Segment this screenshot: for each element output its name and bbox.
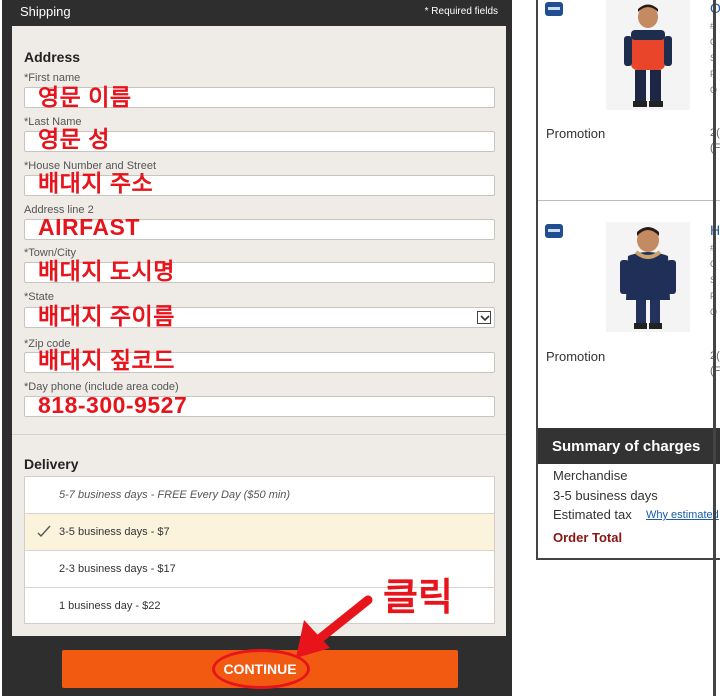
delivery-option-label: 3-5 business days - $7 (59, 526, 170, 538)
first-name-label: *First name (24, 72, 81, 84)
cart-panel: O #CSPQ Promotion 2((F H #CSPQ Promotion… (536, 0, 720, 560)
click-annotation-text: 클릭 (383, 577, 453, 619)
delivery-option[interactable]: 5-7 business days - FREE Every Day ($50 … (25, 477, 494, 514)
shipping-method-label: 3-5 business days (553, 488, 658, 503)
state-value: 배대지 주이름 (38, 303, 175, 329)
why-estimated-link[interactable]: Why estimated (646, 509, 719, 521)
summary-title: Summary of charges (552, 438, 701, 455)
delivery-option-label: 5-7 business days - FREE Every Day ($50 … (59, 489, 291, 501)
promotion-label: Promotion (546, 349, 606, 364)
required-fields-note: * Required fields (424, 6, 498, 17)
phone-value: 818-300-9527 (38, 392, 188, 418)
estimated-tax-label: Estimated tax (553, 507, 632, 522)
brand-logo-icon (545, 2, 563, 16)
shipping-form: Address *First name 영문 이름 *Last Name 영문 … (12, 26, 506, 636)
merchandise-label: Merchandise (553, 468, 628, 483)
chevron-down-icon[interactable] (477, 311, 491, 324)
promotion-label: Promotion (546, 126, 606, 141)
brand-logo-icon (545, 224, 563, 238)
first-name-value: 영문 이름 (38, 84, 132, 110)
product-image-jacket[interactable] (606, 222, 690, 332)
annotation-circle (212, 649, 310, 689)
product-image-vest[interactable] (606, 0, 690, 110)
delivery-option-label: 2-3 business days - $17 (59, 563, 176, 575)
check-icon (36, 523, 52, 544)
window-edge (713, 0, 716, 696)
delivery-option-label: 1 business day - $22 (59, 600, 161, 612)
shipping-header: Shipping * Required fields (2, 0, 512, 25)
zip-value: 배대지 짚코드 (38, 347, 175, 373)
order-total-label: Order Total (553, 530, 623, 545)
state-label: *State (24, 291, 54, 303)
address-line2-value: AIRFAST (38, 214, 140, 240)
delivery-option-selected[interactable]: 3-5 business days - $7 (25, 514, 494, 551)
city-value: 배대지 도시명 (38, 258, 175, 284)
address-section-title: Address (24, 49, 81, 65)
last-name-value: 영문 성 (38, 126, 110, 152)
shipping-title: Shipping (20, 4, 71, 19)
summary-header: Summary of charges (538, 428, 720, 464)
street-value: 배대지 주소 (38, 170, 154, 196)
item-separator (538, 200, 720, 201)
section-divider (12, 434, 506, 435)
delivery-section-title: Delivery (24, 456, 79, 472)
